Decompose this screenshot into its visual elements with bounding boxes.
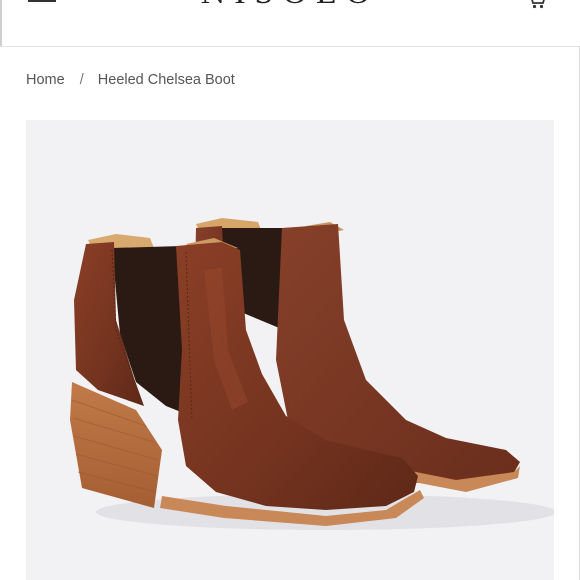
breadcrumb-separator: /	[79, 72, 84, 88]
breadcrumb-home-link[interactable]: Home	[26, 72, 65, 88]
breadcrumb-current: Heeled Chelsea Boot	[97, 72, 235, 88]
boots-illustration	[70, 218, 554, 530]
cart-icon-graphic	[531, 0, 545, 9]
product-image[interactable]	[26, 120, 554, 580]
cart-icon[interactable]	[526, 0, 548, 10]
breadcrumb: Home / Heeled Chelsea Boot	[26, 72, 235, 88]
site-header: NISOLO	[0, 0, 580, 47]
site-logo[interactable]: NISOLO	[0, 0, 580, 10]
